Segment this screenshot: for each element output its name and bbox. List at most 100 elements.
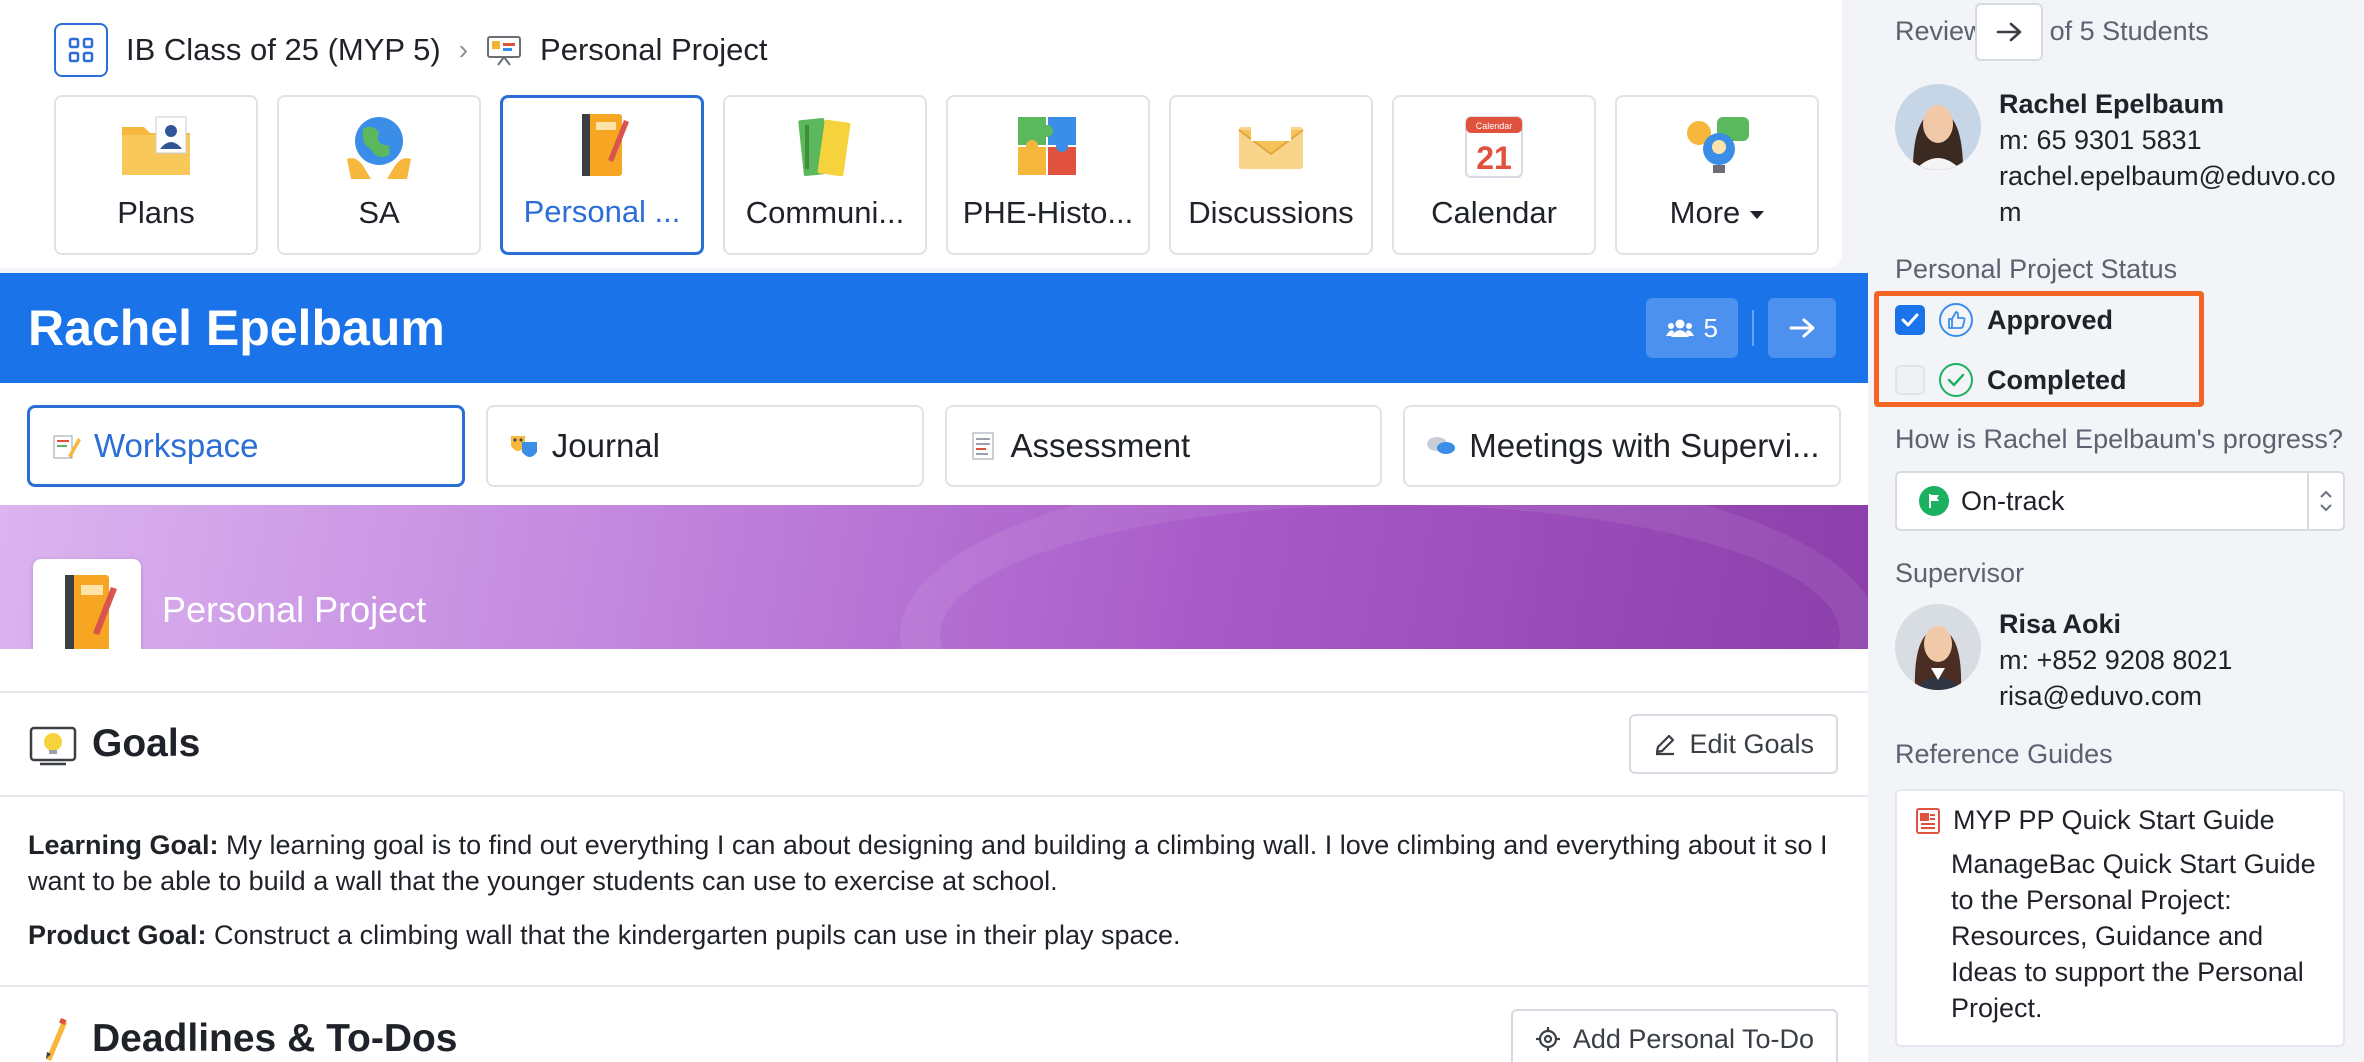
- student-avatar: [1895, 84, 1981, 170]
- calendar-icon-day: 21: [1476, 140, 1512, 176]
- deadlines-header: Deadlines & To-Dos Add Personal To-Do: [0, 987, 1868, 1062]
- status-completed[interactable]: Completed: [1895, 363, 2127, 397]
- tile-label: Personal ...: [523, 194, 681, 229]
- tab-journal[interactable]: Journal: [485, 405, 924, 487]
- tile-label: SA: [358, 195, 400, 230]
- product-goal-label: Product Goal:: [28, 920, 207, 950]
- breadcrumb: IB Class of 25 (MYP 5) › Personal Projec…: [54, 22, 768, 78]
- document-list-icon: [972, 432, 993, 460]
- edit-goals-button[interactable]: Edit Goals: [1629, 714, 1838, 774]
- goals-title: Goals: [92, 722, 201, 765]
- project-logo: [33, 559, 141, 649]
- tile-label: PHE-Histo...: [962, 195, 1134, 230]
- student-contact: Rachel Epelbaum m: 65 9301 5831 rachel.e…: [1999, 86, 2336, 230]
- globe-hands-icon: [347, 117, 411, 179]
- tile-plans[interactable]: Plans: [54, 95, 258, 255]
- users-icon: [1665, 319, 1694, 337]
- sidebar-student-email[interactable]: rachel.epelbaum@eduvo.co: [1999, 161, 2336, 191]
- progress-question: How is Rachel Epelbaum's progress?: [1895, 424, 2343, 454]
- books-icon: [798, 117, 851, 177]
- add-personal-todo-button[interactable]: Add Personal To-Do: [1510, 1009, 1838, 1062]
- next-student-arrow-button[interactable]: [1975, 3, 2043, 61]
- more-label: More: [1669, 195, 1741, 230]
- next-student-button[interactable]: [1768, 298, 1836, 358]
- progress-value: On-track: [1961, 485, 2065, 516]
- grid-icon: [68, 37, 94, 63]
- check-circle-icon: [1939, 363, 1973, 397]
- tile-phe-history[interactable]: PHE-Histo...: [946, 95, 1150, 255]
- tab-label: Workspace: [94, 427, 259, 464]
- tile-label: Discussions: [1188, 195, 1354, 230]
- edit-goals-label: Edit Goals: [1689, 728, 1814, 759]
- arrow-right-icon: [1789, 318, 1815, 338]
- students-count: 5: [1703, 312, 1718, 343]
- folder-person-icon: [122, 116, 190, 175]
- supervisor-contact: Risa Aoki m: +852 9208 8021 risa@eduvo.c…: [1999, 606, 2232, 714]
- student-name: Rachel Epelbaum: [28, 300, 445, 356]
- guide-description: ManageBac Quick Start Guide to the Perso…: [1951, 849, 2316, 1023]
- class-tools-tiles: Plans SA Personal ... Communi... PHE-His…: [54, 95, 1819, 255]
- add-personal-todo-label: Add Personal To-Do: [1572, 1023, 1814, 1054]
- guide-title[interactable]: MYP PP Quick Start Guide: [1953, 805, 2275, 836]
- question-bulb-icon: [1687, 117, 1749, 173]
- sidebar-student-mobile: m: 65 9301 5831: [1999, 125, 2202, 155]
- tile-community[interactable]: Communi...: [723, 95, 927, 255]
- product-goal: Product Goal: Construct a climbing wall …: [28, 917, 1838, 953]
- supervisor-avatar: [1895, 604, 1981, 690]
- tab-label: Meetings with Supervi...: [1469, 427, 1820, 464]
- banner-spacer: [0, 649, 1868, 693]
- target-icon: [1535, 1027, 1560, 1051]
- puzzle-icon: [1018, 117, 1076, 175]
- tab-meetings[interactable]: Meetings with Supervi...: [1403, 405, 1841, 487]
- notebook-pencil-icon: [582, 114, 629, 176]
- completed-checkbox[interactable]: [1895, 365, 1925, 395]
- tab-workspace[interactable]: Workspace: [27, 405, 465, 487]
- reference-guide-card[interactable]: MYP PP Quick Start Guide ManageBac Quick…: [1895, 789, 2345, 1047]
- tile-sa[interactable]: SA: [277, 95, 481, 255]
- lightbulb-board-icon: [29, 726, 77, 766]
- tile-discussions[interactable]: Discussions: [1169, 95, 1373, 255]
- tab-label: Assessment: [1010, 427, 1191, 464]
- supervisor-label: Supervisor: [1895, 558, 2025, 588]
- flag-icon: [1919, 486, 1949, 516]
- workspace-tabs: Workspace Journal Assessment Meetings wi…: [0, 383, 1868, 505]
- tile-personal-project[interactable]: Personal ...: [500, 95, 704, 255]
- speech-bubbles-icon: [1427, 437, 1456, 454]
- product-goal-text: Construct a climbing wall that the kinde…: [214, 920, 1181, 950]
- reviewing-count: Reviewing 1 of 5 Students: [1895, 16, 2209, 46]
- apps-grid-button[interactable]: [54, 23, 108, 77]
- envelope-icon: [1238, 119, 1304, 169]
- document-icon: [1916, 807, 1940, 834]
- select-arrows-icon: [2307, 473, 2343, 529]
- students-count-button[interactable]: 5: [1645, 298, 1738, 358]
- tab-assessment[interactable]: Assessment: [944, 405, 1383, 487]
- arrow-right-icon: [1996, 22, 2022, 42]
- sidebar-student-email-wrap[interactable]: m: [1999, 197, 2022, 227]
- progress-select[interactable]: On-track: [1895, 471, 2345, 531]
- pencil-icon: [46, 1018, 67, 1061]
- completed-label: Completed: [1987, 364, 2127, 395]
- chevron-down-icon: [1750, 210, 1765, 219]
- tile-label: Communi...: [745, 195, 905, 230]
- approved-label: Approved: [1987, 304, 2114, 335]
- student-header: Rachel Epelbaum 5: [0, 273, 1868, 383]
- goals-content: Learning Goal: My learning goal is to fi…: [0, 797, 1868, 987]
- supervisor-email[interactable]: risa@eduvo.com: [1999, 681, 2202, 711]
- supervisor-mobile: m: +852 9208 8021: [1999, 645, 2233, 675]
- status-approved[interactable]: Approved: [1895, 303, 2113, 337]
- tile-label: Calendar: [1431, 195, 1557, 230]
- breadcrumb-class-link[interactable]: IB Class of 25 (MYP 5): [126, 32, 441, 68]
- header-divider: [1752, 310, 1754, 346]
- check-icon: [1901, 313, 1919, 327]
- tile-more[interactable]: More: [1615, 95, 1819, 255]
- calendar-icon-header: Calendar: [1476, 121, 1513, 131]
- thumbs-up-icon: [1939, 303, 1973, 337]
- student-workspace: Rachel Epelbaum 5 Workspace Journal Asse…: [0, 273, 1868, 1062]
- tile-label: More: [1670, 195, 1765, 231]
- breadcrumb-separator: ›: [458, 34, 469, 65]
- learning-goal-label: Learning Goal:: [28, 830, 219, 860]
- notebook-pencil-icon: [65, 575, 117, 649]
- approved-checkbox[interactable]: [1895, 305, 1925, 335]
- class-navigation-card: IB Class of 25 (MYP 5) › Personal Projec…: [0, 0, 1842, 268]
- tile-calendar[interactable]: Calendar 21 Calendar: [1392, 95, 1596, 255]
